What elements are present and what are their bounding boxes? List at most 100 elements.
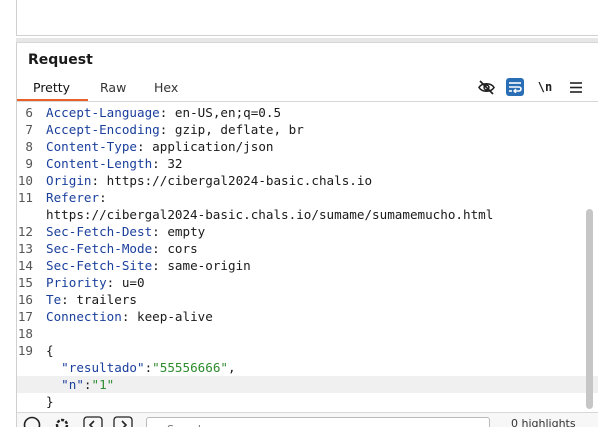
hamburger-menu-icon[interactable]	[567, 78, 585, 96]
line-number: 10	[17, 173, 33, 188]
header-name: Te	[46, 292, 62, 307]
tab-hex[interactable]: Hex	[154, 80, 178, 95]
line-number: 9	[25, 156, 33, 171]
line-number: 14	[17, 258, 33, 273]
header-name: Referer	[46, 190, 100, 205]
line-content: Connection: keep-alive	[46, 308, 213, 325]
line-content: Sec-Fetch-Dest: empty	[46, 223, 205, 240]
header-value: 32	[167, 156, 183, 171]
header-separator: :	[137, 139, 153, 154]
chevron-right-icon[interactable]	[113, 416, 133, 427]
line-content: Sec-Fetch-Mode: cors	[46, 240, 198, 257]
code-line[interactable]: 17 Connection: keep-alive	[17, 308, 598, 325]
header-name: Accept-Encoding	[46, 122, 160, 137]
json-key: "n"	[61, 377, 84, 392]
line-content: "n":"1"	[46, 376, 114, 393]
code-line[interactable]: 14 Sec-Fetch-Site: same-origin	[17, 257, 598, 274]
vertical-scrollbar[interactable]	[586, 191, 594, 411]
code-line[interactable]: 16 Te: trailers	[17, 291, 598, 308]
code-line[interactable]: 8 Content-Type: application/json	[17, 138, 598, 155]
code-line[interactable]: 19 {	[17, 342, 598, 359]
code-line[interactable]: 9 Content-Length: 32	[17, 155, 598, 172]
line-content: Priority: u=0	[46, 274, 145, 291]
header-name: Sec-Fetch-Site	[46, 258, 153, 273]
header-value: https://cibergal2024-basic.chals.io	[106, 173, 373, 188]
line-content: "resultado":"55556666",	[46, 359, 236, 376]
header-name: Sec-Fetch-Mode	[46, 241, 153, 256]
header-value: trailers	[76, 292, 138, 307]
tab-pretty[interactable]: Pretty	[33, 80, 70, 95]
header-name: Origin	[46, 173, 92, 188]
code-line[interactable]: }	[17, 393, 598, 410]
highlights-count: 0 highlights	[511, 417, 576, 427]
header-name: Sec-Fetch-Dest	[46, 224, 153, 239]
word-wrap-icon[interactable]	[506, 78, 524, 96]
code-line[interactable]: "n":"1"	[17, 376, 598, 393]
line-content: Origin: https://cibergal2024-basic.chals…	[46, 172, 372, 189]
line-content: }	[46, 393, 54, 410]
line-number: 7	[25, 122, 33, 137]
json-key: "resultado"	[61, 360, 145, 375]
line-content: {	[46, 342, 54, 359]
line-number: 15	[17, 275, 33, 290]
code-line[interactable]: 13 Sec-Fetch-Mode: cors	[17, 240, 598, 257]
code-line[interactable]: 6 Accept-Language: en-US,en;q=0.5	[17, 104, 598, 121]
header-value: }	[46, 394, 54, 409]
code-line[interactable]: 15 Priority: u=0	[17, 274, 598, 291]
eye-slash-icon[interactable]	[477, 78, 495, 96]
help-circle-icon[interactable]	[23, 416, 41, 427]
header-value: {	[46, 343, 54, 358]
json-comma: ,	[228, 360, 236, 375]
header-separator: :	[152, 258, 168, 273]
chevron-left-icon[interactable]	[83, 416, 103, 427]
search-input[interactable]	[147, 420, 489, 427]
search-box	[146, 417, 490, 427]
json-separator: :	[83, 377, 92, 392]
line-content: Content-Length: 32	[46, 155, 183, 172]
line-number: 18	[17, 326, 33, 341]
header-separator: :	[152, 156, 168, 171]
header-separator: :	[121, 309, 137, 324]
line-number: 13	[17, 241, 33, 256]
json-value: "55556666"	[152, 360, 228, 375]
newline-toggle-button[interactable]: \n	[536, 78, 554, 96]
line-content: https://cibergal2024-basic.chals.io/suma…	[46, 206, 493, 223]
header-name: Content-Type	[46, 139, 137, 154]
line-content: Sec-Fetch-Site: same-origin	[46, 257, 251, 274]
request-panel: Request Pretty Raw Hex \n 6 Accept-Langua…	[16, 43, 598, 427]
code-line[interactable]: 12 Sec-Fetch-Dest: empty	[17, 223, 598, 240]
json-value: "1"	[91, 377, 115, 392]
header-separator: :	[61, 292, 77, 307]
header-separator: :	[152, 241, 168, 256]
line-number: 17	[17, 309, 33, 324]
line-number: 19	[17, 343, 33, 358]
panel-title: Request	[28, 52, 93, 68]
tab-raw[interactable]: Raw	[100, 80, 126, 95]
header-value: en-US,en;q=0.5	[174, 105, 282, 120]
header-value: keep-alive	[137, 309, 213, 324]
code-line[interactable]: https://cibergal2024-basic.chals.io/suma…	[17, 206, 598, 223]
bottom-toolbar: 0 highlights	[17, 412, 598, 427]
line-content: Accept-Encoding: gzip, deflate, br	[46, 121, 304, 138]
code-line[interactable]: 10 Origin: https://cibergal2024-basic.cha…	[17, 172, 598, 189]
header-name: Connection	[46, 309, 122, 324]
scrollbar-thumb[interactable]	[586, 209, 593, 409]
header-separator: :	[152, 224, 168, 239]
line-content: Content-Type: application/json	[46, 138, 274, 155]
header-separator: :	[159, 122, 175, 137]
header-separator: :	[106, 275, 122, 290]
header-name: Priority	[46, 275, 107, 290]
header-value: same-origin	[167, 258, 251, 273]
code-line[interactable]: 18	[17, 325, 598, 342]
code-line[interactable]: 11 Referer:	[17, 189, 598, 206]
gear-icon[interactable]	[53, 416, 71, 427]
line-number: 8	[25, 139, 33, 154]
request-editor[interactable]: 6 Accept-Language: en-US,en;q=0.5 7 Accept-…	[17, 102, 598, 411]
header-separator: :	[99, 190, 107, 205]
header-separator: :	[159, 105, 175, 120]
code-line[interactable]: "resultado":"55556666",	[17, 359, 598, 376]
code-line[interactable]: 7 Accept-Encoding: gzip, deflate, br	[17, 121, 598, 138]
line-number: 12	[17, 224, 33, 239]
header-separator: :	[91, 173, 107, 188]
line-number: 11	[17, 190, 33, 205]
